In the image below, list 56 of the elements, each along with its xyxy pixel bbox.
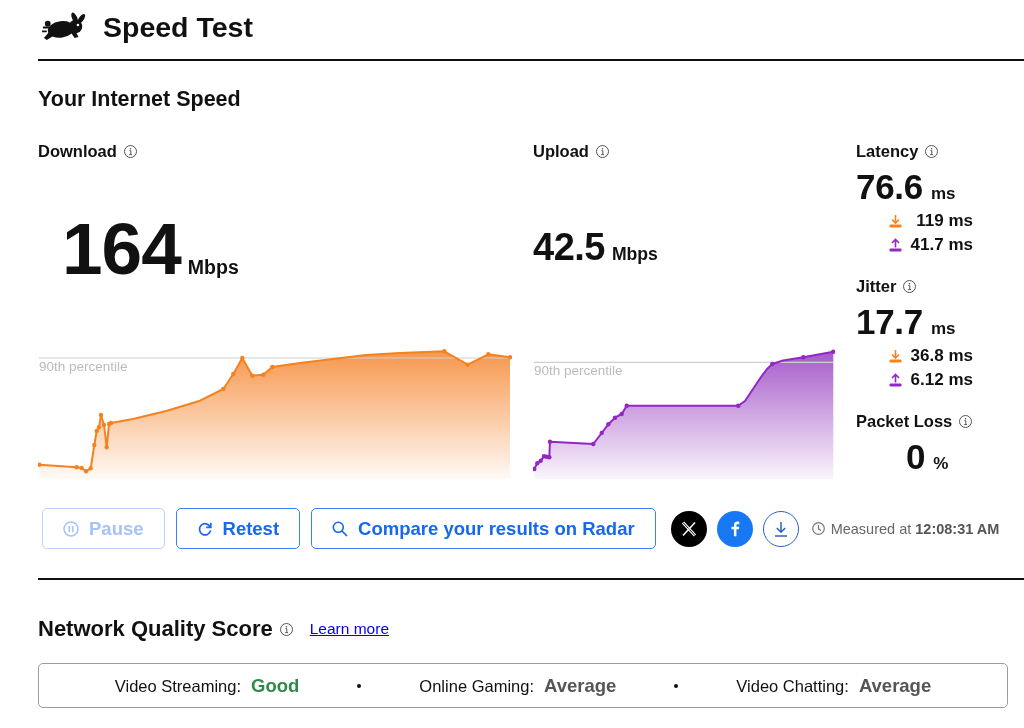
metric-unit: ms <box>930 320 956 337</box>
quality-label: Online Gaming: <box>419 676 534 696</box>
detail-value: 36.8 ms <box>909 345 973 367</box>
quality-label: Video Chatting: <box>736 676 849 696</box>
learn-more-link[interactable]: Learn more <box>309 620 389 638</box>
speed-value: 164 <box>62 212 181 285</box>
speed-value: 42.5 <box>533 228 605 266</box>
upload-arrow-icon <box>889 238 902 252</box>
metric-value: 17.7 <box>856 304 923 339</box>
speed-label: Upload <box>533 142 589 160</box>
bullet-icon <box>674 683 679 688</box>
page-title: Speed Test <box>103 11 253 43</box>
detail-value: 6.12 ms <box>909 369 973 391</box>
clock-icon <box>811 522 825 535</box>
quality-label: Video Streaming: <box>114 676 242 696</box>
rabbit-logo-icon <box>42 11 88 43</box>
download-arrow-icon <box>889 349 902 363</box>
retest-button[interactable]: Retest <box>175 508 301 549</box>
refresh-icon <box>196 520 213 537</box>
download-arrow-icon <box>889 214 902 228</box>
speed-label: Download <box>38 142 117 160</box>
info-icon[interactable] <box>959 414 973 428</box>
metric-value: 0 <box>906 439 926 474</box>
search-icon <box>332 520 349 537</box>
speed-unit: Mbps <box>611 246 658 264</box>
percentile-label: 90th percentile <box>534 363 623 380</box>
measured-time-text: Measured at 12:08:31 AM <box>830 520 1000 537</box>
metric-label: Jitter <box>856 277 897 295</box>
share-button[interactable] <box>670 510 707 547</box>
download-icon <box>773 520 788 537</box>
percentile-label: 90th percentile <box>39 359 128 375</box>
quality-rating: Average <box>858 674 932 697</box>
metric-label: Latency <box>856 142 919 160</box>
f-letter-icon <box>729 520 740 537</box>
download-button[interactable] <box>762 510 799 547</box>
pause-icon <box>63 520 79 537</box>
detail-value: 41.7 ms <box>909 234 973 256</box>
detail-value: 119 ms <box>915 210 973 232</box>
info-icon[interactable] <box>925 144 939 158</box>
info-icon[interactable] <box>903 279 917 293</box>
x-letter-icon <box>680 520 697 537</box>
info-icon[interactable] <box>279 622 293 636</box>
quality-rating: Good <box>251 674 300 697</box>
quality-rating: Average <box>544 674 617 697</box>
info-icon[interactable] <box>123 144 137 158</box>
bullet-icon <box>357 683 362 688</box>
info-icon[interactable] <box>595 144 609 158</box>
metric-unit: % <box>933 455 949 472</box>
metric-label: Packet Loss <box>856 412 953 430</box>
upload-arrow-icon <box>889 373 902 387</box>
speed-unit: Mbps <box>187 258 239 278</box>
section-heading: Your Internet Speed <box>38 87 241 111</box>
metric-unit: ms <box>930 185 956 202</box>
compare-button[interactable]: Compare your results on Radar <box>311 508 656 549</box>
metric-value: 76.6 <box>856 169 923 204</box>
section-heading: Network Quality Score <box>38 616 273 642</box>
